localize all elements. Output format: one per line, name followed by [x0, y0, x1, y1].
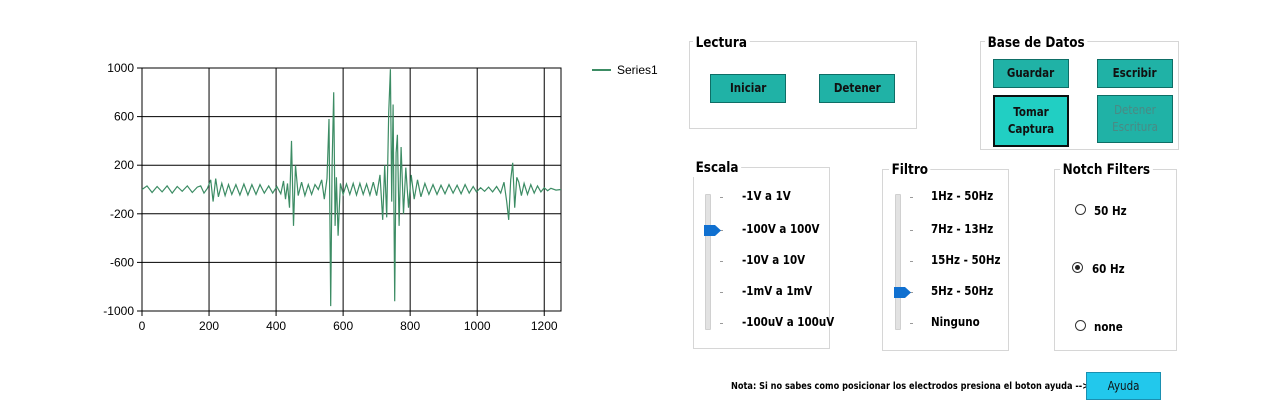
y-axis-ticks: 1000 600 200 -200 -600 -1000 [103, 61, 142, 318]
escala-option-4[interactable]: -100uV a 100uV [742, 315, 834, 329]
filtro-slider-track[interactable] [895, 194, 901, 330]
x-tick-label: 400 [266, 319, 286, 333]
notch-label-none[interactable]: none [1094, 320, 1123, 334]
signal-chart: 1000 600 200 -200 -600 -1000 0 200 400 600 800 100… [103, 61, 658, 333]
x-tick-label: 800 [400, 319, 420, 333]
filtro-option-4[interactable]: Ninguno [931, 315, 980, 329]
filtro-option-0[interactable]: 1Hz - 50Hz [931, 189, 993, 203]
notch-label-50hz[interactable]: 50 Hz [1094, 204, 1127, 218]
base-datos-title: Base de Datos [985, 34, 1088, 52]
y-tick-label: 200 [114, 158, 134, 172]
lectura-title: Lectura [693, 34, 750, 52]
series1-line [141, 69, 562, 307]
notch-radio-60hz[interactable] [1072, 262, 1083, 273]
y-tick-label: -200 [110, 207, 134, 221]
y-tick-label: 1000 [107, 61, 134, 75]
escala-slider-tick [720, 323, 723, 324]
filtro-slider-tick [910, 230, 913, 231]
escala-slider-thumb[interactable] [703, 225, 722, 236]
x-tick-label: 0 [139, 319, 146, 333]
filtro-title: Filtro [889, 161, 931, 179]
notch-title: Notch Filters [1060, 161, 1153, 179]
x-tick-label: 200 [199, 319, 219, 333]
escala-option-1[interactable]: -100V a 100V [742, 222, 819, 236]
y-tick-label: -1000 [103, 304, 134, 318]
y-tick-label: -600 [110, 255, 134, 269]
detener-escritura-button[interactable]: Detener Escritura [1097, 95, 1173, 143]
escala-slider-tick [720, 197, 723, 198]
notch-radio-none[interactable] [1075, 320, 1086, 331]
y-tick-label: 600 [114, 110, 134, 124]
x-tick-label: 600 [333, 319, 353, 333]
x-axis-ticks: 0 200 400 600 800 1000 1200 [139, 311, 558, 333]
help-note: Nota: Si no sabes como posicionar los el… [731, 381, 1090, 392]
escala-slider-track[interactable] [705, 194, 711, 330]
filtro-slider-tick [910, 323, 913, 324]
iniciar-button[interactable]: Iniciar [710, 74, 786, 103]
x-tick-label: 1000 [464, 319, 491, 333]
escala-slider-tick [720, 261, 723, 262]
legend-series1: Series1 [617, 63, 658, 77]
escala-option-3[interactable]: -1mV a 1mV [742, 284, 812, 298]
filtro-slider-thumb[interactable] [893, 287, 912, 298]
x-tick-label: 1200 [531, 319, 558, 333]
detener-button[interactable]: Detener [819, 74, 895, 103]
filtro-option-1[interactable]: 7Hz - 13Hz [931, 222, 993, 236]
tomar-captura-button[interactable]: Tomar Captura [993, 95, 1069, 147]
escala-option-2[interactable]: -10V a 10V [742, 253, 805, 267]
escala-option-0[interactable]: -1V a 1V [742, 189, 791, 203]
filtro-option-3[interactable]: 5Hz - 50Hz [931, 284, 993, 298]
escribir-button[interactable]: Escribir [1097, 59, 1173, 88]
notch-radio-50hz[interactable] [1075, 204, 1086, 215]
filtro-option-2[interactable]: 15Hz - 50Hz [931, 253, 1000, 267]
escala-slider-tick [720, 292, 723, 293]
filtro-slider-tick [910, 197, 913, 198]
guardar-button[interactable]: Guardar [993, 59, 1069, 88]
ayuda-button[interactable]: Ayuda [1086, 372, 1161, 400]
filtro-slider-tick [910, 261, 913, 262]
notch-label-60hz[interactable]: 60 Hz [1092, 262, 1125, 276]
escala-title: Escala [693, 159, 742, 177]
